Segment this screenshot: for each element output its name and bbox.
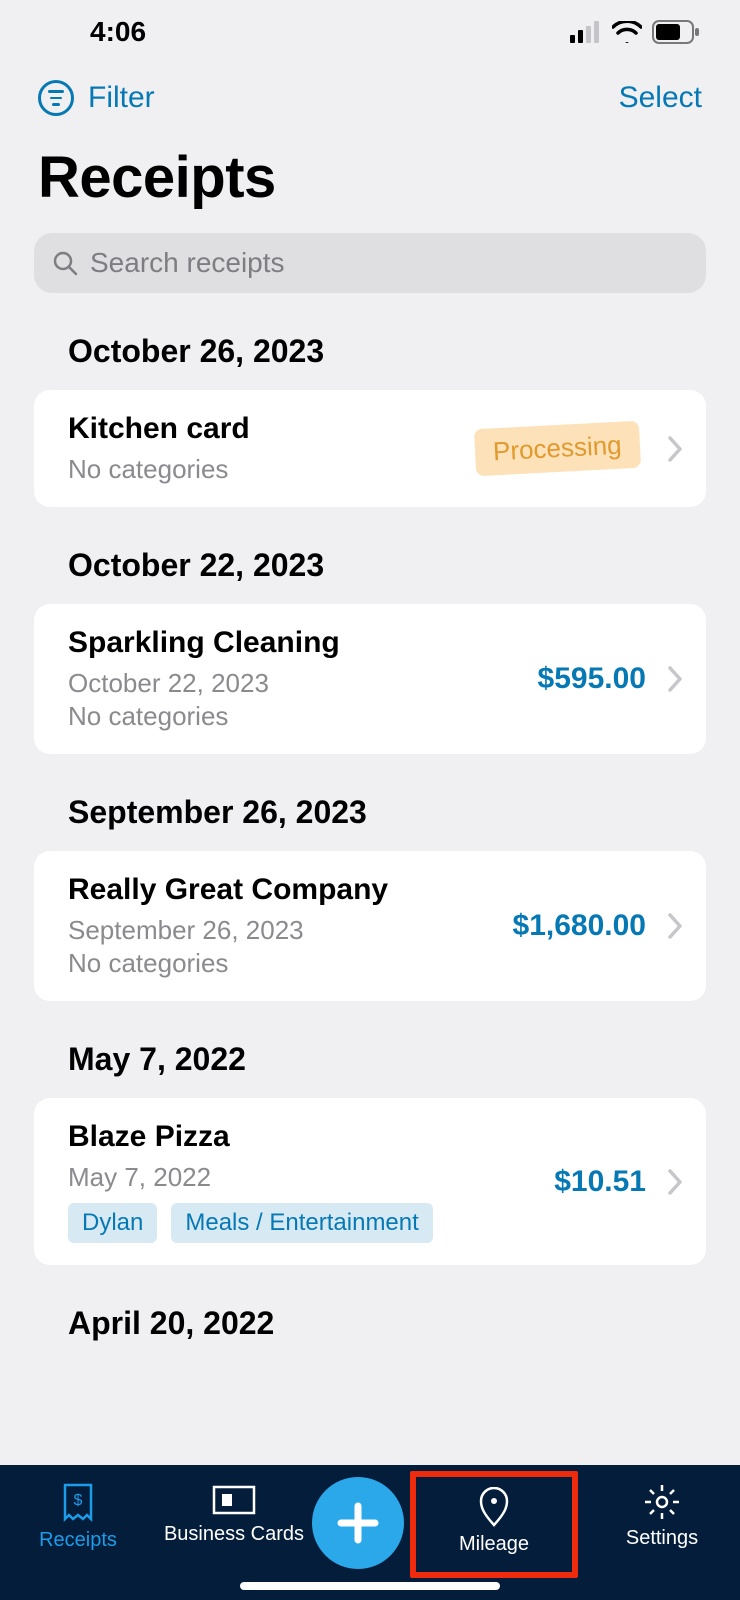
filter-label: Filter — [88, 81, 155, 115]
receipt-item-right: Processing — [475, 425, 684, 472]
section-header: September 26, 2023 — [0, 754, 740, 851]
filter-icon — [38, 80, 74, 116]
receipt-item[interactable]: Really Great Company September 26, 2023No… — [34, 851, 706, 1001]
receipt-no-categories: No categories — [68, 948, 513, 979]
page-title: Receipts — [0, 126, 740, 223]
tab-label: Business Cards — [164, 1523, 304, 1546]
section-header: October 26, 2023 — [0, 293, 740, 390]
receipt-item[interactable]: Kitchen card No categoriesProcessing — [34, 390, 706, 507]
battery-icon — [652, 20, 700, 44]
chevron-right-icon — [666, 664, 684, 694]
receipt-item[interactable]: Sparkling Cleaning October 22, 2023No cat… — [34, 604, 706, 754]
receipt-item-right: $10.51 — [554, 1165, 684, 1199]
receipt-amount: $10.51 — [554, 1165, 646, 1199]
gear-icon — [643, 1483, 681, 1521]
chevron-right-icon — [666, 1167, 684, 1197]
receipt-item-body: Sparkling Cleaning October 22, 2023No cat… — [68, 626, 538, 732]
receipt-tag: Dylan — [68, 1203, 157, 1243]
status-badge: Processing — [474, 421, 641, 477]
status-right — [570, 20, 700, 44]
tab-settings[interactable]: Settings — [584, 1477, 740, 1550]
plus-icon — [333, 1498, 383, 1548]
receipt-tag: Meals / Entertainment — [171, 1203, 432, 1243]
tab-bar: $ Receipts Business Cards Mileage — [0, 1465, 740, 1600]
status-time: 4:06 — [90, 16, 146, 48]
section-header: October 22, 2023 — [0, 507, 740, 604]
topbar: Filter Select — [0, 60, 740, 126]
receipt-no-categories: No categories — [68, 701, 538, 732]
receipt-title: Kitchen card — [68, 412, 475, 446]
business-card-icon — [212, 1483, 256, 1517]
status-bar: 4:06 — [0, 0, 740, 60]
filter-button[interactable]: Filter — [38, 80, 155, 116]
svg-text:$: $ — [74, 1492, 83, 1509]
receipt-item-body: Really Great Company September 26, 2023No… — [68, 873, 513, 979]
cellular-icon — [570, 21, 602, 43]
receipt-date: October 22, 2023 — [68, 668, 538, 699]
receipt-amount: $1,680.00 — [513, 909, 646, 943]
receipt-item-body: Kitchen card No categories — [68, 412, 475, 485]
tab-label: Mileage — [459, 1533, 529, 1556]
chevron-right-icon — [666, 911, 684, 941]
location-pin-icon — [477, 1487, 511, 1527]
receipt-title: Sparkling Cleaning — [68, 626, 538, 660]
search-bar[interactable] — [34, 233, 706, 293]
tab-label: Settings — [626, 1527, 698, 1550]
receipts-list: October 26, 2023 Kitchen card No categorie… — [0, 293, 740, 1362]
section-header: May 7, 2022 — [0, 1001, 740, 1098]
tab-label: Receipts — [39, 1529, 117, 1552]
select-button[interactable]: Select — [619, 81, 702, 115]
wifi-icon — [612, 21, 642, 43]
receipt-item-right: $595.00 — [538, 662, 684, 696]
add-button[interactable] — [312, 1477, 404, 1569]
receipt-icon: $ — [61, 1483, 95, 1523]
search-icon — [52, 250, 78, 276]
receipt-item[interactable]: Blaze Pizza May 7, 2022 Dylan Meals / Enter… — [34, 1098, 706, 1265]
receipt-no-categories: No categories — [68, 454, 475, 485]
receipt-item-right: $1,680.00 — [513, 909, 684, 943]
chevron-right-icon — [666, 434, 684, 464]
receipt-title: Blaze Pizza — [68, 1120, 554, 1154]
receipt-date: September 26, 2023 — [68, 915, 513, 946]
tab-receipts[interactable]: $ Receipts — [0, 1477, 156, 1552]
tab-mileage[interactable]: Mileage — [410, 1471, 578, 1578]
home-indicator[interactable] — [240, 1582, 500, 1590]
receipt-date: May 7, 2022 — [68, 1162, 554, 1193]
search-input[interactable] — [90, 247, 688, 279]
receipt-tags: Dylan Meals / Entertainment — [68, 1203, 554, 1243]
receipt-item-body: Blaze Pizza May 7, 2022 Dylan Meals / Enter… — [68, 1120, 554, 1243]
tab-business-cards[interactable]: Business Cards — [156, 1477, 312, 1546]
receipt-amount: $595.00 — [538, 662, 646, 696]
section-header: April 20, 2022 — [0, 1265, 740, 1362]
receipt-title: Really Great Company — [68, 873, 513, 907]
